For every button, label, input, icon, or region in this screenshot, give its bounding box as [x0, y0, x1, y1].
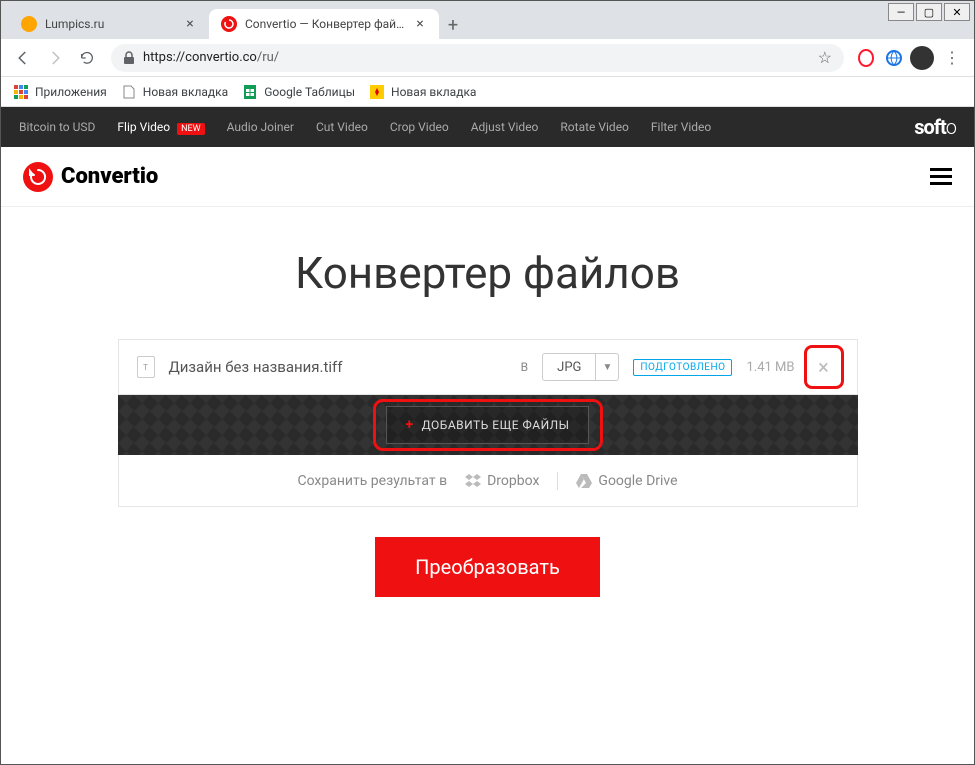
promo-rotate-video[interactable]: Rotate Video — [560, 120, 629, 134]
remove-file-button[interactable]: × — [809, 352, 839, 382]
file-panel: T Дизайн без названия.tiff В JPG ▼ ПОДГО… — [118, 339, 858, 507]
format-value: JPG — [543, 354, 596, 380]
promo-cut-video[interactable]: Cut Video — [316, 120, 368, 134]
profile-avatar[interactable] — [910, 46, 934, 70]
save-destination-row: Сохранить результат в Dropbox Google Dri… — [118, 455, 858, 507]
bookmark-star-icon[interactable]: ☆ — [818, 48, 832, 67]
opera-extension-icon[interactable] — [854, 46, 878, 70]
new-badge: NEW — [177, 123, 205, 135]
page-icon — [121, 84, 137, 100]
apps-icon — [13, 84, 29, 100]
file-row: T Дизайн без названия.tiff В JPG ▼ ПОДГО… — [118, 339, 858, 395]
highlight-annotation — [804, 345, 844, 389]
close-tab-icon[interactable]: × — [183, 17, 197, 31]
add-more-files-button[interactable]: + ДОБАВИТЬ ЕЩЕ ФАЙЛЫ — [386, 406, 588, 444]
minimize-button[interactable]: — — [888, 3, 914, 21]
tab-title: Convertio — Конвертер файлов — [245, 17, 405, 31]
lock-icon — [123, 51, 135, 65]
bookmark-sheets[interactable]: Google Таблицы — [242, 84, 355, 100]
tab-strip: Lumpics.ru × Convertio — Конвертер файло… — [1, 1, 974, 39]
logo-text: Convertio — [61, 164, 158, 189]
close-window-button[interactable]: ✕ — [944, 3, 970, 21]
save-dropbox[interactable]: Dropbox — [465, 473, 539, 489]
add-more-label: ДОБАВИТЬ ЕЩЕ ФАЙЛЫ — [422, 418, 570, 432]
file-type-icon: T — [137, 356, 155, 378]
divider — [557, 472, 558, 490]
new-tab-button[interactable]: + — [439, 11, 467, 39]
promo-audio-joiner[interactable]: Audio Joiner — [227, 120, 294, 134]
sheets-icon — [242, 84, 258, 100]
dropbox-icon — [465, 474, 481, 488]
promo-flip-video[interactable]: Flip Video NEW — [117, 120, 204, 134]
promo-bitcoin[interactable]: Bitcoin to USD — [19, 120, 95, 134]
softo-logo: softo — [914, 115, 956, 139]
save-google-drive[interactable]: Google Drive — [576, 473, 677, 489]
file-size: 1.41 MB — [746, 360, 794, 375]
browser-menu-button[interactable]: ⋮ — [938, 44, 966, 72]
browser-tab-lumpics[interactable]: Lumpics.ru × — [9, 9, 209, 39]
bookmark-newtab-1[interactable]: Новая вкладка — [121, 84, 228, 100]
chevron-down-icon[interactable]: ▼ — [596, 354, 618, 380]
window-controls: — ▢ ✕ — [888, 3, 970, 21]
status-badge: ПОДГОТОВЛЕНО — [633, 359, 732, 376]
browser-tab-convertio[interactable]: Convertio — Конвертер файлов × — [209, 9, 439, 39]
add-more-row: + ДОБАВИТЬ ЕЩЕ ФАЙЛЫ — [118, 395, 858, 455]
forward-button[interactable] — [41, 44, 69, 72]
file-name: Дизайн без названия.tiff — [169, 358, 507, 376]
logo-icon — [23, 162, 53, 192]
page-title: Конвертер файлов — [21, 247, 954, 299]
bookmark-apps[interactable]: Приложения — [13, 84, 107, 100]
promo-filter-video[interactable]: Filter Video — [651, 120, 711, 134]
promo-crop-video[interactable]: Crop Video — [390, 120, 449, 134]
address-bar[interactable]: https://convertio.co/ru/ ☆ — [111, 44, 844, 72]
tab-title: Lumpics.ru — [45, 17, 175, 31]
site-header: Convertio — [1, 147, 974, 207]
maximize-button[interactable]: ▢ — [916, 3, 942, 21]
save-label: Сохранить результат в — [297, 473, 447, 489]
convertio-logo[interactable]: Convertio — [23, 162, 158, 192]
favicon-convertio — [221, 16, 237, 32]
bookmarks-bar: Приложения Новая вкладка Google Таблицы … — [1, 77, 974, 107]
menu-button[interactable] — [930, 168, 952, 185]
plus-icon: + — [405, 417, 413, 433]
extension-icon[interactable] — [882, 46, 906, 70]
favicon-lumpics — [21, 16, 37, 32]
google-drive-icon — [576, 474, 592, 488]
convert-button[interactable]: Преобразовать — [375, 537, 600, 597]
promo-bar: Bitcoin to USD Flip Video NEW Audio Join… — [1, 107, 974, 147]
close-tab-icon[interactable]: × — [413, 17, 427, 31]
promo-adjust-video[interactable]: Adjust Video — [471, 120, 539, 134]
browser-toolbar: https://convertio.co/ru/ ☆ ⋮ — [1, 39, 974, 77]
to-label: В — [521, 360, 528, 374]
bookmark-newtab-2[interactable]: Новая вкладка — [369, 84, 476, 100]
back-button[interactable] — [9, 44, 37, 72]
yandex-icon — [369, 84, 385, 100]
format-select[interactable]: JPG ▼ — [542, 353, 619, 381]
url-text: https://convertio.co/ru/ — [143, 50, 810, 65]
main-content: Конвертер файлов T Дизайн без названия.t… — [1, 207, 974, 617]
reload-button[interactable] — [73, 44, 101, 72]
